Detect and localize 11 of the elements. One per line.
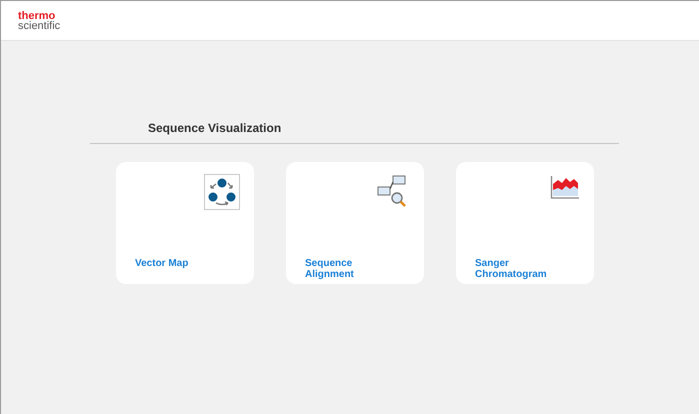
card-label: Sanger Chromatogram (475, 258, 545, 280)
tool-card[interactable]: Sequence Alignment (286, 162, 424, 284)
card-label: Vector Map (135, 258, 190, 269)
logo-subtext: scientific (18, 20, 60, 30)
tool-card[interactable]: Vector Map (116, 162, 254, 284)
card-label: Sequence Alignment (305, 258, 355, 280)
circular-nodes-icon (204, 174, 240, 210)
area-chart-icon (550, 174, 580, 200)
logo-text: thermo (18, 10, 56, 20)
section-title: Sequence Visualization (148, 121, 282, 135)
tool-card[interactable]: Sanger Chromatogram (456, 162, 594, 284)
